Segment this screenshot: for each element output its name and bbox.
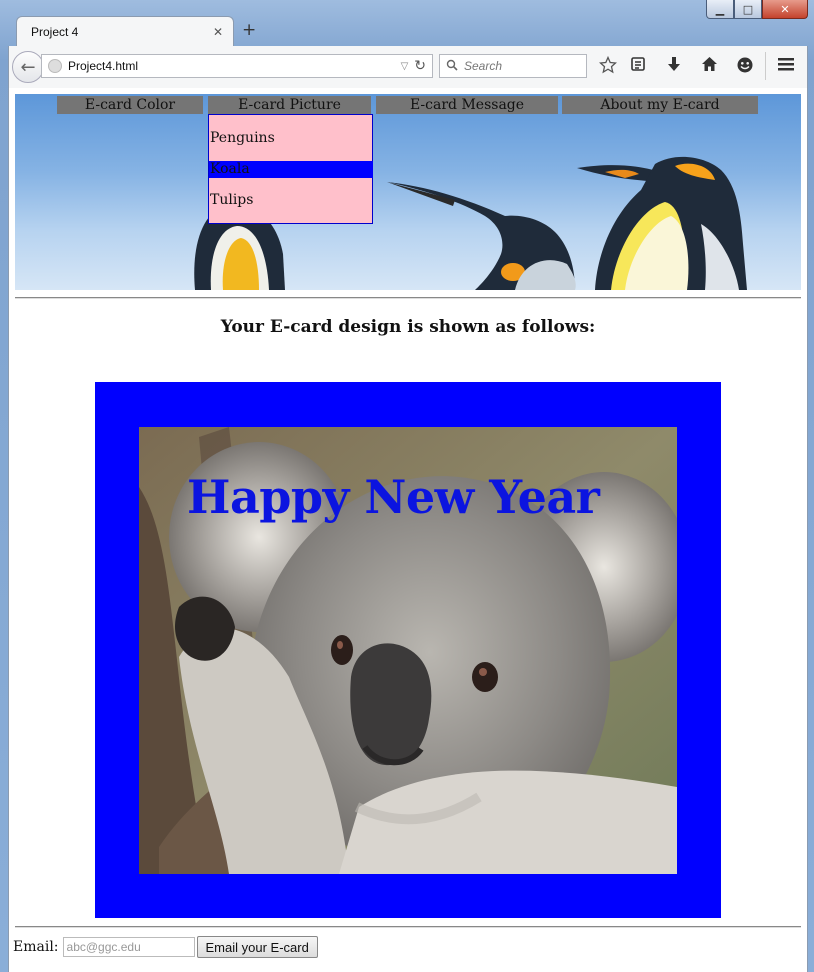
email-field[interactable] <box>62 937 195 957</box>
search-input[interactable] <box>462 58 576 74</box>
email-form: Email: Email your E-card <box>13 936 318 958</box>
close-window-button[interactable]: ✕ <box>762 0 808 19</box>
menu-ecard-picture[interactable]: E-card Picture <box>208 96 371 114</box>
reload-icon[interactable]: ↻ <box>414 58 426 74</box>
back-button[interactable]: ← <box>12 51 44 83</box>
search-bar[interactable] <box>439 54 587 78</box>
penguin-banner-image: E-card Color E-card Picture E-card Messa… <box>15 94 801 290</box>
picture-dropdown: Penguins Koala Tulips <box>208 114 373 224</box>
maximize-button[interactable]: □ <box>734 0 762 19</box>
page-content: E-card Color E-card Picture E-card Messa… <box>8 88 808 972</box>
page-heading: Your E-card design is shown as follows: <box>220 317 596 337</box>
search-icon <box>446 59 458 74</box>
picture-option-koala[interactable]: Koala <box>209 161 373 178</box>
menu-ecard-message[interactable]: E-card Message <box>376 96 558 114</box>
email-ecard-button[interactable]: Email your E-card <box>196 936 318 958</box>
menu-ecard-color[interactable]: E-card Color <box>57 96 203 114</box>
email-label: Email: <box>13 939 59 955</box>
penguins-illustration <box>194 156 747 290</box>
browser-window: ▁ □ ✕ Project 4 ✕ + ← Project4.html ▽ ↻ <box>0 0 814 972</box>
top-divider <box>15 297 801 299</box>
window-controls: ▁ □ ✕ <box>706 0 808 20</box>
toolbar-separator <box>765 52 766 80</box>
url-dropdown-icon[interactable]: ▽ <box>401 61 409 72</box>
menu-icon[interactable] <box>775 56 797 76</box>
tab-close-icon[interactable]: ✕ <box>213 25 223 39</box>
site-identity-icon[interactable] <box>48 59 62 73</box>
new-tab-button[interactable]: + <box>242 20 256 40</box>
picture-option-tulips[interactable]: Tulips <box>209 192 373 208</box>
menu-about-ecard[interactable]: About my E-card <box>562 96 758 114</box>
ecard-preview: Happy New Year <box>95 382 721 918</box>
minimize-button[interactable]: ▁ <box>706 0 734 19</box>
picture-option-penguins[interactable]: Penguins <box>209 130 373 146</box>
browser-tab[interactable]: Project 4 ✕ <box>16 16 234 47</box>
hello-icon[interactable] <box>734 56 756 76</box>
navigation-toolbar: ← Project4.html ▽ ↻ <box>8 46 808 88</box>
url-text[interactable]: Project4.html <box>68 59 401 73</box>
star-icon[interactable] <box>597 55 619 76</box>
home-icon[interactable] <box>698 56 720 76</box>
ecard-menu-bar: E-card Color E-card Picture E-card Messa… <box>15 96 801 114</box>
url-bar[interactable]: Project4.html ▽ ↻ <box>41 54 433 78</box>
tab-title: Project 4 <box>31 25 79 39</box>
reading-list-icon[interactable] <box>627 56 649 76</box>
bottom-divider <box>15 926 801 928</box>
ecard-message-text: Happy New Year <box>187 470 600 524</box>
download-icon[interactable] <box>663 56 685 76</box>
